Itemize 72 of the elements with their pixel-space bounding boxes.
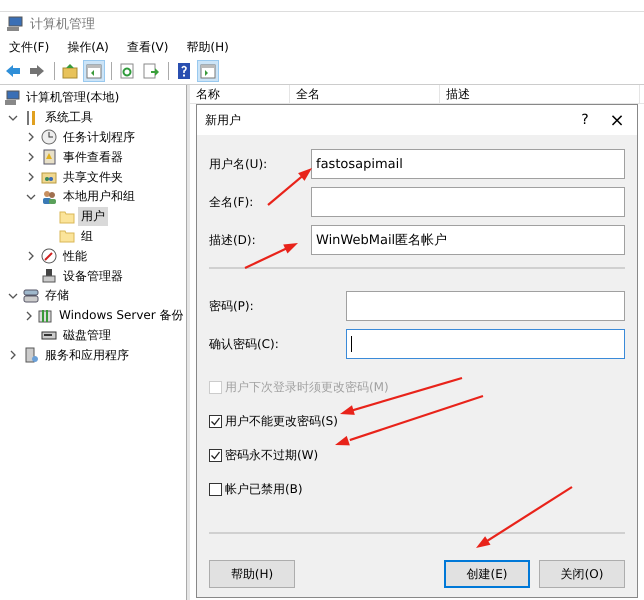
toolbar-button[interactable] xyxy=(197,60,219,82)
checkbox-label: 用户不能更改密码(S) xyxy=(225,413,338,430)
folder-up-icon xyxy=(61,62,79,80)
chevron-icon[interactable] xyxy=(24,310,34,321)
chevron-icon[interactable] xyxy=(8,112,18,123)
folder-icon xyxy=(59,208,75,225)
field-label: 描述(D): xyxy=(209,232,257,248)
help-icon xyxy=(175,62,193,80)
folder-icon xyxy=(59,228,75,244)
computer-icon xyxy=(4,90,20,106)
chevron-icon[interactable] xyxy=(8,290,18,301)
panel-icon xyxy=(85,62,103,80)
forward-arrow-icon xyxy=(28,62,46,80)
dialog-title: 新用户 xyxy=(205,112,242,128)
chevron-icon[interactable] xyxy=(26,172,36,182)
refresh-icon xyxy=(118,62,136,80)
tree-item[interactable]: 存储 xyxy=(42,286,72,306)
tree-item[interactable]: 任务计划程序 xyxy=(60,128,138,147)
menu-item[interactable]: 文件(F) xyxy=(4,38,54,56)
tree-item[interactable]: 系统工具 xyxy=(42,108,96,128)
chevron-icon[interactable] xyxy=(8,350,18,360)
input-field[interactable] xyxy=(346,329,625,359)
panel-icon xyxy=(199,62,217,80)
tree-item[interactable]: 组 xyxy=(78,226,96,246)
tree-item[interactable]: 用户 xyxy=(78,207,108,226)
chevron-icon[interactable] xyxy=(26,251,36,262)
tree-item[interactable]: 计算机管理(本地) xyxy=(23,88,122,108)
help-button[interactable]: 帮助(H) xyxy=(209,560,295,588)
tree-item[interactable]: 本地用户和组 xyxy=(60,187,138,206)
checkbox-label: 帐户已禁用(B) xyxy=(225,481,303,498)
dialog-button[interactable]: 创建(E) xyxy=(444,560,530,588)
users-icon xyxy=(41,188,57,205)
checkbox[interactable] xyxy=(209,449,222,462)
gauge-icon xyxy=(41,248,57,264)
checkbox-label: 用户下次登录时须更改密码(M) xyxy=(225,379,389,396)
close-button[interactable]: × xyxy=(597,110,637,130)
back-arrow-icon xyxy=(4,62,22,80)
help-button[interactable]: ? xyxy=(573,112,597,128)
checkbox[interactable] xyxy=(209,483,222,496)
input-field[interactable]: fastosapimail xyxy=(311,149,625,179)
menu-item[interactable]: 查看(V) xyxy=(122,38,174,56)
tree-item[interactable]: 服务和应用程序 xyxy=(42,346,132,365)
checkbox-label: 密码永不过期(W) xyxy=(225,447,318,464)
tree-item[interactable]: 事件查看器 xyxy=(60,148,126,167)
export-icon xyxy=(142,62,160,80)
annotation-arrow xyxy=(267,168,312,206)
toolbar-button[interactable] xyxy=(83,60,105,82)
field-label: 用户名(U): xyxy=(209,156,268,172)
menu-item[interactable]: 操作(A) xyxy=(62,38,114,56)
clock-icon xyxy=(41,129,57,146)
tree-item[interactable]: Windows Server 备份 xyxy=(56,306,187,326)
column-header[interactable]: 全名 xyxy=(290,85,440,103)
tree-item[interactable]: 性能 xyxy=(60,246,90,266)
dialog-button[interactable]: 关闭(O) xyxy=(539,560,625,588)
input-field[interactable] xyxy=(311,187,625,217)
field-label: 全名(F): xyxy=(209,194,254,210)
field-label: 确认密码(C): xyxy=(209,336,280,352)
tree-item[interactable]: 磁盘管理 xyxy=(60,326,114,345)
tree-item[interactable]: 设备管理器 xyxy=(60,266,126,286)
column-header[interactable]: 名称 xyxy=(190,85,290,103)
window-title: 计算机管理 xyxy=(30,16,95,33)
tree-item[interactable]: 共享文件夹 xyxy=(60,168,126,187)
column-header[interactable]: 描述 xyxy=(440,85,640,103)
chevron-icon[interactable] xyxy=(26,192,36,202)
input-field[interactable] xyxy=(346,291,625,321)
input-field[interactable]: WinWebMail匿名帐户 xyxy=(311,225,625,255)
field-label: 密码(P): xyxy=(209,298,255,314)
computer-icon xyxy=(6,16,24,32)
chevron-icon[interactable] xyxy=(26,152,36,162)
checkbox[interactable] xyxy=(209,415,222,428)
chevron-icon[interactable] xyxy=(26,132,36,142)
menu-item[interactable]: 帮助(H) xyxy=(181,38,234,56)
